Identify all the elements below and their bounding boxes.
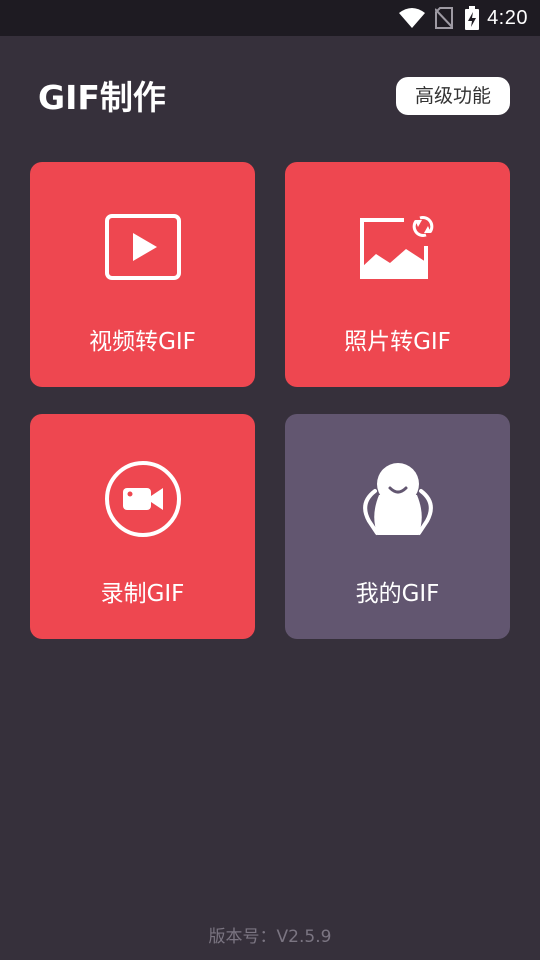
version-text: 版本号：V2.5.9: [208, 927, 332, 947]
wifi-icon: [399, 8, 426, 28]
record-gif-label: 录制GIF: [100, 581, 185, 607]
my-gif-label: 我的GIF: [355, 581, 440, 607]
record-gif-tile[interactable]: 录制GIF: [30, 414, 255, 639]
status-icons: 4:20: [399, 0, 528, 36]
photo-to-gif-tile[interactable]: 照片转GIF: [285, 162, 510, 387]
my-gif-tile[interactable]: 我的GIF: [285, 414, 510, 639]
page-title: GIF制作: [38, 78, 166, 117]
no-sim-icon: [435, 7, 454, 29]
advanced-features-button[interactable]: 高级功能: [396, 77, 510, 115]
photo-to-gif-label: 照片转GIF: [344, 329, 451, 355]
status-bar: 4:20: [0, 0, 540, 36]
video-to-gif-label: 视频转GIF: [89, 329, 196, 355]
photo-convert-icon: [285, 162, 510, 332]
video-play-icon: [30, 162, 255, 332]
status-time: 4:20: [487, 6, 528, 29]
record-camera-icon: [30, 414, 255, 584]
video-to-gif-tile[interactable]: 视频转GIF: [30, 162, 255, 387]
battery-charging-icon: [465, 6, 480, 30]
mascot-icon: [285, 414, 510, 584]
